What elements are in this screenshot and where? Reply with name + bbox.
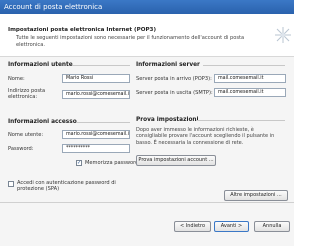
page-title: Impostazioni posta elettronica Internet … xyxy=(8,27,157,33)
username-label: Nome utente: xyxy=(8,132,44,138)
window-title: Account di posta elettronica xyxy=(0,0,294,14)
email-field[interactable]: mario.rossi@comesemail.it xyxy=(62,90,130,99)
incoming-server-field[interactable]: mail.comesemail.it xyxy=(214,74,286,83)
name-field[interactable]: Mario Rossi xyxy=(62,74,130,83)
name-label: Nome: xyxy=(8,76,25,82)
footer-divider xyxy=(0,202,294,203)
password-label: Password: xyxy=(8,146,34,152)
spa-label: Accedi con autenticazione password di pr… xyxy=(17,180,116,193)
next-button[interactable]: Avanti > xyxy=(214,221,249,232)
spa-checkbox[interactable] xyxy=(8,181,14,187)
email-label: Indirizzo posta elettronica: xyxy=(8,88,46,101)
test-settings-description: Dopo aver immesso le informazioni richie… xyxy=(136,127,275,146)
wizard-sparkle-icon xyxy=(275,27,291,43)
back-button[interactable]: < Indietro xyxy=(174,221,211,232)
test-account-button[interactable]: Prova impostazioni account ... xyxy=(136,155,216,166)
section-divider xyxy=(203,65,285,66)
server-info-section-title: Informazioni server xyxy=(136,62,200,68)
remember-password-label: Memorizza password xyxy=(85,160,139,166)
remember-password-checkbox[interactable]: ✓ xyxy=(76,160,82,166)
login-info-section-title: Informazioni accesso xyxy=(8,119,77,125)
cancel-button[interactable]: Annulla xyxy=(254,221,290,232)
section-divider xyxy=(196,120,285,121)
password-field[interactable]: ********** xyxy=(62,144,130,153)
account-wizard-window: Impostazioni posta elettronica Internet … xyxy=(0,14,294,246)
username-field[interactable]: mario.rossi@comesemail.it xyxy=(62,130,130,139)
outgoing-server-label: Server posta in uscita (SMTP): xyxy=(136,90,213,96)
incoming-server-label: Server posta in arrivo (POP3): xyxy=(136,76,212,82)
section-divider xyxy=(76,122,130,123)
section-divider xyxy=(72,65,130,66)
outgoing-server-field[interactable]: mail.comesemail.it xyxy=(214,88,286,97)
more-settings-button[interactable]: Altre impostazioni ... xyxy=(224,190,288,201)
test-settings-section-title: Prova impostazioni xyxy=(136,117,199,123)
user-info-section-title: Informazioni utente xyxy=(8,62,73,68)
wizard-header: Impostazioni posta elettronica Internet … xyxy=(0,14,294,57)
page-description: Tutte le seguenti impostazioni sono nece… xyxy=(16,35,245,48)
